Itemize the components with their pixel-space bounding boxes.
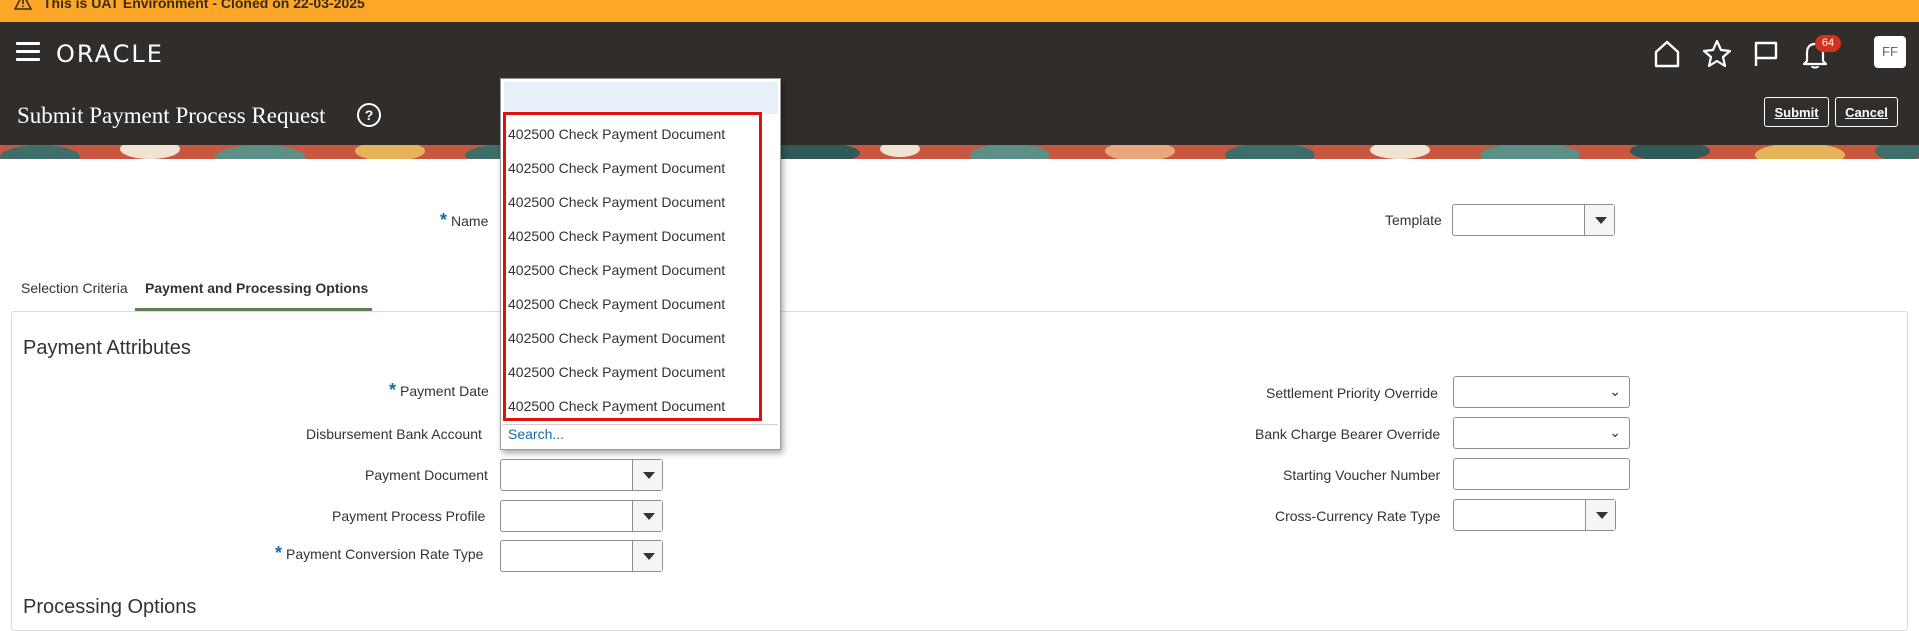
- settlement-priority-override-select[interactable]: ⌄: [1453, 376, 1630, 408]
- chevron-down-icon[interactable]: [632, 501, 662, 531]
- cancel-button[interactable]: Cancel: [1835, 97, 1898, 127]
- name-label: * Name: [440, 210, 489, 230]
- name-dropdown-list[interactable]: 402500 Check Payment Document 402500 Che…: [500, 78, 781, 450]
- bank-charge-bearer-override-label: Bank Charge Bearer Override: [1255, 426, 1441, 442]
- cross-currency-rate-type-combobox[interactable]: [1453, 499, 1616, 531]
- page-title-bar: Submit Payment Process Request ? Submit …: [0, 93, 1919, 145]
- menu-icon[interactable]: [16, 42, 40, 64]
- cross-currency-rate-type-label: Cross-Currency Rate Type: [1275, 508, 1441, 524]
- banner-text: This is UAT Environment - Cloned on 22-0…: [43, 0, 365, 11]
- template-label: Template: [1385, 212, 1442, 228]
- required-indicator: *: [389, 380, 397, 400]
- uat-environment-banner: This is UAT Environment - Cloned on 22-0…: [0, 0, 1919, 22]
- decorative-banner-strip: [0, 145, 1919, 159]
- help-icon[interactable]: ?: [357, 103, 381, 127]
- processing-options-heading: Processing Options: [23, 596, 197, 618]
- chevron-down-icon[interactable]: [1584, 205, 1614, 235]
- dropdown-blank-option[interactable]: [504, 82, 778, 114]
- global-header: ORACLE: [0, 22, 1919, 93]
- starting-voucher-number-input[interactable]: [1453, 458, 1630, 490]
- dropdown-search-link[interactable]: Search...: [508, 426, 564, 442]
- oracle-logo: ORACLE: [56, 40, 164, 68]
- page-title: Submit Payment Process Request: [17, 103, 326, 128]
- payment-attributes-heading: Payment Attributes: [23, 337, 191, 359]
- home-icon[interactable]: [1651, 38, 1683, 70]
- chevron-down-icon[interactable]: [1585, 500, 1615, 530]
- bank-charge-bearer-override-select[interactable]: ⌄: [1453, 417, 1630, 449]
- notification-count-badge: 64: [1815, 35, 1841, 52]
- payment-conversion-rate-type-combobox[interactable]: [500, 540, 663, 572]
- chevron-down-icon: ⌄: [1609, 424, 1621, 440]
- warning-icon: [14, 0, 32, 10]
- flag-icon[interactable]: [1750, 38, 1782, 70]
- payment-process-profile-combobox[interactable]: [500, 500, 663, 532]
- disbursement-bank-account-label: Disbursement Bank Account: [306, 426, 482, 442]
- chevron-down-icon: ⌄: [1609, 383, 1621, 399]
- dropdown-separator: [503, 424, 778, 425]
- star-icon[interactable]: [1701, 38, 1733, 70]
- decorative-pattern: [0, 145, 1919, 159]
- user-avatar[interactable]: FF: [1874, 36, 1906, 68]
- submit-button[interactable]: Submit: [1764, 97, 1829, 127]
- chevron-down-icon[interactable]: [632, 541, 662, 571]
- payment-conversion-rate-type-label: * Payment Conversion Rate Type: [275, 543, 484, 563]
- payment-document-label: Payment Document: [365, 467, 488, 483]
- required-indicator: *: [275, 543, 283, 563]
- starting-voucher-number-label: Starting Voucher Number: [1283, 467, 1441, 483]
- settlement-priority-override-label: Settlement Priority Override: [1266, 385, 1438, 401]
- chevron-down-icon[interactable]: [632, 460, 662, 490]
- annotation-highlight-box: [503, 112, 762, 421]
- payment-document-combobox[interactable]: [500, 459, 663, 491]
- payment-process-profile-label: Payment Process Profile: [332, 508, 486, 524]
- payment-date-label: * Payment Date: [389, 380, 489, 400]
- tab-selection-criteria[interactable]: Selection Criteria: [21, 280, 128, 296]
- required-indicator: *: [440, 210, 448, 230]
- tab-payment-and-processing-options[interactable]: Payment and Processing Options: [145, 280, 368, 296]
- template-combobox[interactable]: [1452, 204, 1615, 236]
